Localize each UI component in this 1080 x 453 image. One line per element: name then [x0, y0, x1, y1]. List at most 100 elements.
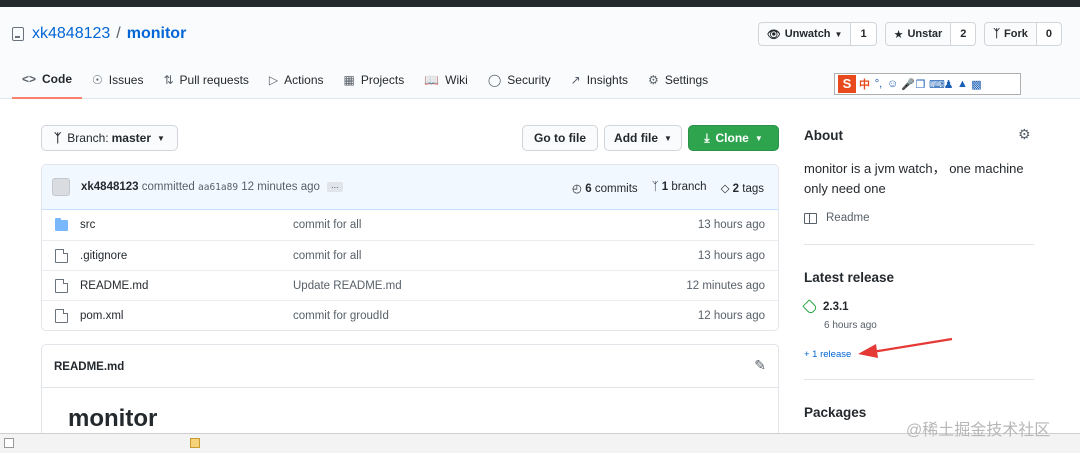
file-name[interactable]: src	[80, 219, 95, 231]
readme-header: README.md ✎	[42, 345, 778, 388]
table-row[interactable]: src commit for all 13 hours ago	[42, 210, 778, 240]
repo-title: xk4848123 / monitor	[12, 25, 186, 43]
chevron-down-icon: ▼	[664, 133, 672, 143]
file-commit-message[interactable]: commit for groudId	[293, 310, 389, 322]
repo-owner-link[interactable]: xk4848123	[32, 25, 110, 43]
table-row[interactable]: README.md Update README.md 12 minutes ag…	[42, 270, 778, 300]
file-age: 12 hours ago	[697, 310, 765, 322]
release-version[interactable]: 2.3.1	[823, 301, 849, 313]
avatar[interactable]	[52, 178, 70, 196]
tags-label: tags	[742, 183, 764, 195]
repo-title-separator: /	[116, 25, 121, 42]
tab-code[interactable]: <> Code	[12, 61, 83, 99]
branch-select-button[interactable]: ᛉ Branch: master ▼	[41, 125, 178, 151]
microphone-icon[interactable]: 🎤	[901, 78, 915, 91]
ime-toolbar[interactable]: S 中 °, ☺ 🎤 ❐ ⌨ ♟ ▲ ▩	[834, 73, 1021, 95]
about-title: About	[804, 128, 843, 143]
file-commit-message[interactable]: commit for all	[293, 219, 361, 231]
watch-button-group: 👁 Unwatch ▼ 1	[757, 22, 877, 46]
tab-security[interactable]: ◯ Security	[478, 61, 561, 99]
tag-icon: ◇	[720, 183, 730, 195]
tab-wiki[interactable]: 📖 Wiki	[414, 61, 478, 99]
graph-icon: ↗	[570, 73, 581, 87]
file-icon	[55, 279, 68, 293]
commits-link[interactable]: ◴ 6 commits	[572, 181, 638, 195]
tab-projects[interactable]: ▦ Projects	[334, 61, 415, 99]
repo-header: xk4848123 / monitor 👁 Unwatch ▼ 1 ★ Unstar …	[0, 7, 1080, 99]
emoji-icon[interactable]: ☺	[887, 78, 898, 90]
file-commit-message[interactable]: Update README.md	[293, 280, 402, 292]
gear-icon[interactable]: ⚙	[1018, 126, 1031, 143]
eye-icon: 👁	[766, 28, 781, 41]
gear-icon: ⚙	[648, 73, 659, 87]
commit-expand-button[interactable]: ...	[327, 180, 343, 192]
table-row[interactable]: .gitignore commit for all 13 hours ago	[42, 240, 778, 270]
commit-summary: xk4848123 committed aa61a89 12 minutes a…	[81, 180, 343, 193]
tab-insights[interactable]: ↗ Insights	[561, 61, 638, 99]
branches-link[interactable]: ᛉ 1 branch	[652, 181, 707, 195]
pull-request-icon: ⇅	[163, 73, 174, 87]
readme-link[interactable]: Readme	[804, 212, 869, 224]
watch-count[interactable]: 1	[851, 23, 876, 45]
release-age: 6 hours ago	[824, 320, 877, 331]
pencil-icon[interactable]: ✎	[754, 357, 766, 374]
tags-link[interactable]: ◇ 2 tags	[721, 181, 764, 195]
unstar-label: Unstar	[907, 28, 943, 40]
unwatch-button[interactable]: 👁 Unwatch ▼	[759, 23, 852, 45]
file-name[interactable]: README.md	[80, 280, 148, 292]
file-commit-message[interactable]: commit for all	[293, 250, 361, 262]
punctuation-icon[interactable]: °,	[873, 78, 884, 90]
clipboard-icon[interactable]: ❐	[915, 78, 926, 91]
commit-author[interactable]: xk4848123	[81, 181, 139, 193]
window-icon	[4, 438, 14, 448]
ime-mode-indicator[interactable]: 中	[859, 76, 870, 92]
table-row[interactable]: pom.xml commit for groudId 12 hours ago	[42, 300, 778, 330]
divider	[804, 244, 1034, 245]
star-icon: ★	[893, 28, 904, 41]
download-icon: ⤓	[704, 130, 710, 145]
go-to-file-button[interactable]: Go to file	[522, 125, 598, 151]
skin-icon[interactable]: ▲	[957, 78, 968, 90]
file-icon	[55, 249, 68, 263]
taskbar-item[interactable]	[190, 438, 200, 448]
chevron-down-icon: ▼	[754, 133, 763, 143]
repo-actions: 👁 Unwatch ▼ 1 ★ Unstar 2 ᛉ Fork 0	[757, 22, 1062, 46]
more-releases-link[interactable]: + 1 release	[804, 349, 851, 360]
tab-code-label: Code	[42, 72, 73, 86]
commits-count: 6	[585, 183, 592, 195]
divider	[804, 379, 1034, 380]
add-file-button[interactable]: Add file ▼	[604, 125, 682, 151]
tab-actions[interactable]: ▷ Actions	[259, 61, 334, 99]
latest-commit-bar: xk4848123 committed aa61a89 12 minutes a…	[42, 165, 778, 210]
fork-button[interactable]: ᛉ Fork	[985, 23, 1037, 45]
folder-icon	[55, 218, 68, 231]
keyboard-icon[interactable]: ⌨	[929, 78, 945, 91]
latest-release-title: Latest release	[804, 270, 895, 285]
repo-name-link[interactable]: monitor	[127, 25, 187, 43]
toolbox-icon[interactable]: ▩	[971, 78, 982, 91]
packages-title: Packages	[804, 405, 867, 420]
commit-sha[interactable]: aa61a89	[198, 182, 238, 193]
file-name[interactable]: pom.xml	[80, 310, 123, 322]
star-count[interactable]: 2	[951, 23, 976, 45]
unstar-button[interactable]: ★ Unstar	[886, 23, 952, 45]
add-file-label: Add file	[614, 131, 659, 145]
fork-count[interactable]: 0	[1036, 23, 1061, 45]
unwatch-label: Unwatch	[784, 28, 831, 40]
taskbar-item[interactable]	[4, 438, 14, 448]
release-item[interactable]: 2.3.1	[802, 299, 849, 315]
commit-verb: committed	[141, 181, 195, 193]
chevron-down-icon: ▼	[834, 29, 843, 39]
tags-count: 2	[732, 183, 740, 195]
commit-age: 12 minutes ago	[241, 181, 320, 193]
tab-pull-requests[interactable]: ⇅ Pull requests	[153, 61, 258, 99]
clone-label: Clone	[715, 131, 749, 145]
file-age: 13 hours ago	[697, 219, 765, 231]
clone-button[interactable]: ⤓ Clone ▼	[688, 125, 779, 151]
fork-button-group: ᛉ Fork 0	[984, 22, 1062, 46]
tab-settings[interactable]: ⚙ Settings	[638, 61, 718, 99]
file-name[interactable]: .gitignore	[80, 250, 127, 262]
tab-insights-label: Insights	[586, 73, 629, 87]
user-icon[interactable]: ♟	[943, 78, 954, 91]
tab-issues[interactable]: ☉ Issues	[82, 61, 153, 99]
